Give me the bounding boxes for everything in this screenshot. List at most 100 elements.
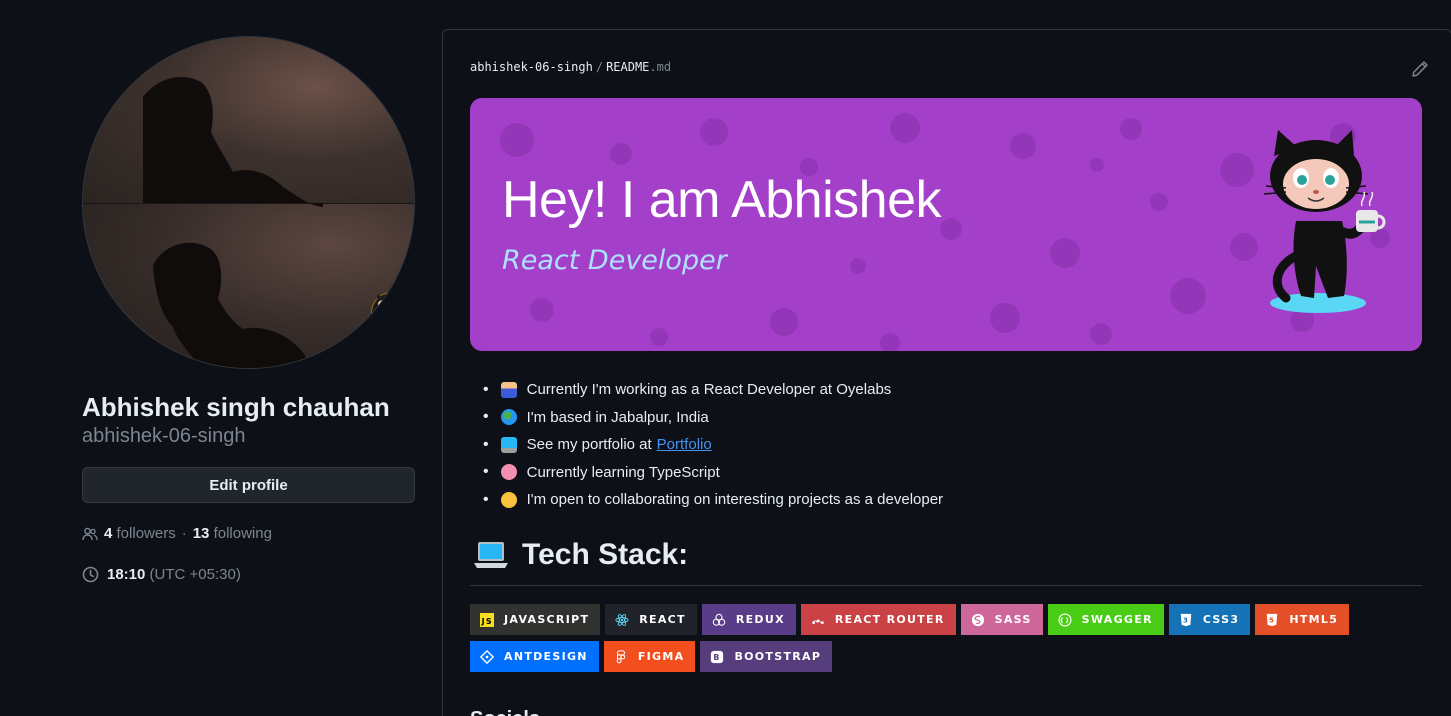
octocat-status-icon: [376, 294, 390, 314]
banner-dot: [650, 328, 668, 346]
badge-html5[interactable]: 5 HTML5: [1255, 604, 1350, 635]
banner-dot: [890, 113, 920, 143]
followers-link[interactable]: 4 followers: [104, 525, 176, 542]
html5-icon: 5: [1267, 613, 1278, 626]
svg-text:B: B: [714, 653, 721, 662]
readme-file-ext: .md: [649, 60, 672, 74]
time-value: 18:10: [107, 566, 146, 583]
brain-emoji-icon: [500, 464, 517, 481]
follow-stats: 4 followers · 13 following: [82, 525, 415, 542]
badge-label: ANTDESIGN: [504, 650, 588, 663]
profile-avatar[interactable]: [82, 36, 415, 369]
badge-react-router[interactable]: REACT ROUTER: [800, 604, 956, 635]
banner-dot: [770, 308, 798, 336]
clock-icon: [82, 566, 99, 583]
avatar-silhouette: [143, 77, 323, 368]
readme-filename: README: [606, 60, 650, 74]
css3-icon: 3: [1180, 613, 1192, 626]
profile-name: Abhishek singh chauhan: [82, 392, 390, 422]
badge-react[interactable]: REACT: [605, 604, 697, 635]
tech-badges: JS JAVASCRIPT REACT REDUX REACT ROUTER S…: [470, 604, 1430, 672]
banner-dot: [1090, 158, 1104, 172]
svg-text:5: 5: [1269, 616, 1275, 624]
banner-dot: [1010, 133, 1036, 159]
edit-profile-button[interactable]: Edit profile: [82, 467, 415, 503]
local-time: 18:10 (UTC +05:30): [82, 566, 415, 583]
svg-text:3: 3: [1183, 616, 1189, 624]
figma-icon: [616, 649, 626, 663]
banner-dot: [610, 143, 632, 165]
banner-dot: [1120, 118, 1142, 140]
banner-dot: [1090, 323, 1112, 345]
banner-dot: [880, 333, 900, 351]
followers-label: followers: [116, 525, 176, 542]
bullet-text: I'm based in Jabalpur, India: [526, 408, 709, 426]
badge-label: FIGMA: [637, 650, 685, 663]
banner-dot: [1170, 278, 1206, 314]
react-router-icon: [812, 618, 824, 624]
badge-label: HTML5: [1289, 613, 1339, 626]
badge-label: JAVASCRIPT: [504, 613, 590, 626]
badge-antdesign[interactable]: ANTDESIGN: [470, 641, 599, 672]
redux-icon: [712, 613, 726, 626]
list-item: Currently I'm working as a React Develop…: [483, 376, 943, 404]
badge-label: SWAGGER: [1081, 613, 1153, 626]
profile-sidebar: Abhishek singh chauhan abhishek-06-singh…: [82, 36, 415, 583]
badge-swagger[interactable]: {} SWAGGER: [1047, 604, 1164, 635]
list-item: See my portfolio at Portfolio: [483, 431, 943, 459]
badge-bootstrap[interactable]: B BOOTSTRAP: [700, 641, 833, 672]
react-icon: [615, 613, 629, 626]
badge-label: REACT: [639, 613, 686, 626]
badge-label: REDUX: [735, 613, 785, 626]
office-worker-emoji-icon: [500, 381, 517, 398]
swagger-icon: {}: [1058, 612, 1072, 627]
following-count: 13: [192, 525, 210, 542]
antdesign-icon: [480, 649, 494, 664]
javascript-icon: JS: [480, 612, 494, 627]
edit-readme-pencil-icon[interactable]: [1411, 60, 1429, 78]
bullet-text: Currently I'm working as a React Develop…: [526, 381, 892, 399]
people-icon: [82, 527, 98, 540]
list-item: I'm open to collaborating on interesting…: [483, 486, 943, 514]
banner-dot: [500, 123, 534, 157]
following-link[interactable]: 13 following: [193, 525, 272, 542]
badge-label: REACT ROUTER: [834, 613, 945, 626]
badge-css3[interactable]: 3 CSS3: [1168, 604, 1251, 635]
svg-text:{}: {}: [1059, 617, 1070, 624]
status-emoji-badge[interactable]: [371, 292, 413, 334]
badge-javascript[interactable]: JS JAVASCRIPT: [470, 604, 601, 635]
profile-username: abhishek-06-singh: [82, 425, 246, 447]
banner-subtitle: React Developer: [502, 245, 727, 276]
badge-sass[interactable]: SASS: [960, 604, 1043, 635]
handshake-emoji-icon: [500, 491, 517, 508]
globe-emoji-icon: [500, 409, 517, 426]
following-label: following: [213, 525, 272, 542]
readme-path: abhishek-06-singh / README.md: [470, 60, 671, 74]
badge-redux[interactable]: REDUX: [701, 604, 796, 635]
socials-heading: Socials: [470, 708, 540, 716]
bootstrap-icon: B: [711, 650, 724, 663]
sass-icon: [971, 613, 984, 626]
portfolio-link[interactable]: Portfolio: [657, 436, 712, 453]
badge-label: SASS: [994, 613, 1032, 626]
readme-bullet-list: Currently I'm working as a React Develop…: [483, 376, 943, 514]
list-item: I'm based in Jabalpur, India: [483, 404, 943, 432]
timezone-label: (UTC +05:30): [149, 566, 241, 583]
banner-dot: [1220, 153, 1254, 187]
follow-separator: ·: [181, 525, 187, 542]
octocat-coffee-illustration: [1263, 130, 1386, 313]
tech-stack-title: Tech Stack:: [522, 538, 689, 571]
banner-dot: [850, 258, 866, 274]
laptop-icon: [474, 542, 508, 568]
tech-stack-heading: Tech Stack:: [474, 538, 688, 572]
readme-file-link[interactable]: README.md: [606, 60, 671, 74]
banner-title: Hey! I am Abhishek: [502, 171, 942, 229]
banner-dot: [1230, 233, 1258, 261]
banner-dot: [530, 298, 554, 322]
banner-dot: [1150, 193, 1168, 211]
badge-figma[interactable]: FIGMA: [603, 641, 696, 672]
readme-banner: Hey! I am Abhishek React Developer: [470, 98, 1422, 351]
readme-card: abhishek-06-singh / README.md Hey! I am Ab…: [442, 29, 1451, 716]
banner-dot: [940, 218, 962, 240]
readme-owner-link[interactable]: abhishek-06-singh: [470, 60, 593, 74]
